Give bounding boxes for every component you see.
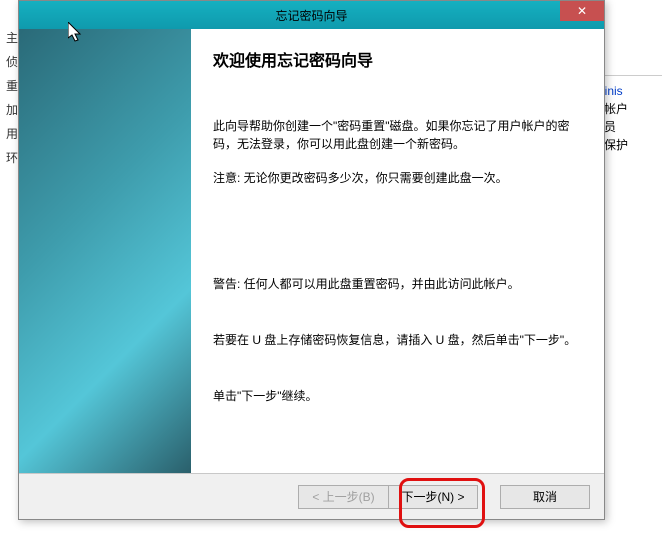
wizard-window: 忘记密码向导 ✕ 欢迎使用忘记密码向导 此向导帮助你创建一个"密码重置"磁盘。如… [18, 0, 605, 520]
wizard-paragraph-5: 单击"下一步"继续。 [213, 387, 580, 405]
wizard-heading: 欢迎使用忘记密码向导 [213, 47, 580, 71]
window-title: 忘记密码向导 [275, 7, 347, 24]
left-char-3: 加 [6, 98, 18, 122]
wizard-paragraph-4: 若要在 U 盘上存储密码恢复信息，请插入 U 盘，然后单击"下一步"。 [213, 331, 580, 349]
back-button: < 上一步(B) [298, 485, 388, 509]
cancel-button[interactable]: 取消 [500, 485, 590, 509]
wizard-paragraph-2: 注意: 无论你更改密码多少次，你只需要创建此盘一次。 [213, 169, 580, 187]
left-char-1: 侦 [6, 50, 18, 74]
left-char-0: 主 [6, 26, 18, 50]
left-char-4: 用 [6, 122, 18, 146]
titlebar[interactable]: 忘记密码向导 ✕ [19, 1, 604, 29]
close-button[interactable]: ✕ [560, 1, 604, 21]
wizard-body: 欢迎使用忘记密码向导 此向导帮助你创建一个"密码重置"磁盘。如果你忘记了用户帐户… [19, 29, 604, 473]
wizard-footer: < 上一步(B) 下一步(N) > 取消 [19, 473, 604, 519]
left-char-2: 重 [6, 74, 18, 98]
left-char-5: 环 [6, 146, 18, 170]
wizard-content: 欢迎使用忘记密码向导 此向导帮助你创建一个"密码重置"磁盘。如果你忘记了用户帐户… [191, 29, 604, 473]
close-icon: ✕ [577, 4, 587, 18]
back-next-group: < 上一步(B) 下一步(N) > [298, 485, 478, 509]
wizard-paragraph-3: 警告: 任何人都可以用此盘重置密码，并由此访问此帐户。 [213, 275, 580, 293]
wizard-paragraph-1: 此向导帮助你创建一个"密码重置"磁盘。如果你忘记了用户帐户的密码，无法登录，你可… [213, 117, 580, 153]
next-button[interactable]: 下一步(N) > [388, 485, 478, 509]
wizard-sidebar-image [19, 29, 191, 473]
left-margin-char-list: 主 侦 重 加 用 环 [6, 26, 18, 170]
